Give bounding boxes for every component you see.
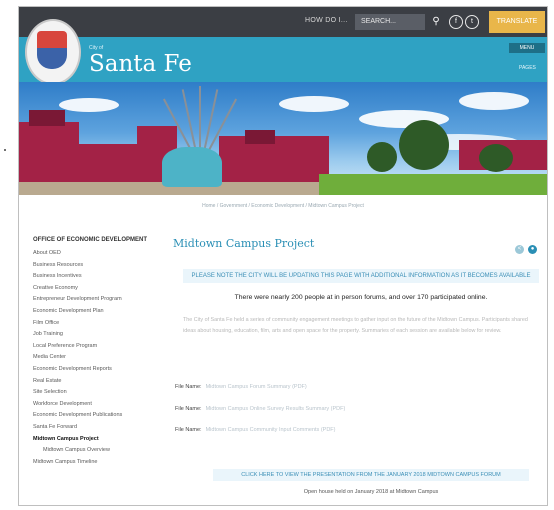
sidebar-item[interactable]: Economic Development Plan <box>33 306 163 318</box>
sidebar-item[interactable]: About OED <box>33 248 163 260</box>
main-content: Midtown Campus Project < ● PLEASE NOTE TH… <box>173 237 539 495</box>
share-icon[interactable]: < <box>515 245 524 254</box>
sidebar-item[interactable]: Job Training <box>33 329 163 341</box>
sidebar-item[interactable]: Economic Development Publications <box>33 410 163 422</box>
sidebar-item[interactable]: Film Office <box>33 318 163 330</box>
site-header: City of Santa Fe MENU PAGES <box>19 19 547 85</box>
search-input[interactable]: SEARCH... <box>355 14 425 30</box>
how-do-i-link[interactable]: HOW DO I... <box>305 17 348 24</box>
browser-page: HOW DO I... SEARCH... ⚲ f t TRANSLATE Ci… <box>18 6 548 506</box>
sidebar-item[interactable]: Real Estate <box>33 376 163 388</box>
file-row: File Name: Midtown Campus Forum Summary (… <box>175 384 307 390</box>
facebook-icon[interactable]: f <box>449 15 463 29</box>
file-label: File Name: <box>175 384 202 390</box>
summary-text: There were nearly 200 people at in perso… <box>234 294 488 301</box>
sidebar-item[interactable]: Entrepreneur Development Program <box>33 294 163 306</box>
notice-banner-top[interactable]: PLEASE NOTE THE CITY WILL BE UPDATING TH… <box>183 269 539 283</box>
sidebar-item[interactable]: Economic Development Reports <box>33 364 163 376</box>
sidebar-item[interactable]: Midtown Campus Timeline <box>33 457 163 469</box>
file-label: File Name: <box>175 406 202 412</box>
stray-mark <box>4 149 6 151</box>
file-row: File Name: Midtown Campus Online Survey R… <box>175 406 345 412</box>
sidebar-item[interactable]: Media Center <box>33 352 163 364</box>
file-label: File Name: <box>175 427 202 433</box>
twitter-icon[interactable]: t <box>465 15 479 29</box>
city-seal-logo[interactable] <box>25 19 81 85</box>
sidebar-item[interactable]: Business Resources <box>33 260 163 272</box>
site-title[interactable]: Santa Fe <box>89 51 192 77</box>
page-title: Midtown Campus Project <box>173 237 315 250</box>
share-icons: < ● <box>511 237 537 255</box>
menu-button[interactable]: MENU <box>509 43 545 53</box>
notice-banner-bottom[interactable]: CLICK HERE TO VIEW THE PRESENTATION FROM… <box>213 469 529 481</box>
sidebar-item[interactable]: Local Preference Program <box>33 341 163 353</box>
body-paragraph: The City of Santa Fe held a series of co… <box>183 317 528 334</box>
hero-image <box>19 82 547 195</box>
file-link[interactable]: Midtown Campus Forum Summary (PDF) <box>206 384 307 390</box>
translate-button[interactable]: TRANSLATE <box>489 11 545 33</box>
sidebar-title: OFFICE OF ECONOMIC DEVELOPMENT <box>33 237 148 243</box>
sidebar-item[interactable]: Business Incentives <box>33 271 163 283</box>
sidebar-item[interactable]: Site Selection <box>33 387 163 399</box>
sidebar-item[interactable]: Creative Economy <box>33 283 163 295</box>
breadcrumb[interactable]: Home / Government / Economic Development… <box>19 203 547 209</box>
sidebar-item[interactable]: Midtown Campus Project <box>33 434 163 446</box>
file-link[interactable]: Midtown Campus Online Survey Results Sum… <box>206 406 346 412</box>
open-house-text: Open house held on January 2018 at Midto… <box>303 489 439 495</box>
top-utility-bar: HOW DO I... SEARCH... ⚲ f t TRANSLATE <box>19 7 547 37</box>
sidebar-item[interactable]: Midtown Campus Overview <box>33 445 163 457</box>
sidebar-list: About OED Business Resources Business Ince… <box>33 248 163 468</box>
sidebar-item[interactable]: Workforce Development <box>33 399 163 411</box>
search-icon[interactable]: ⚲ <box>429 15 443 29</box>
sidebar-nav: OFFICE OF ECONOMIC DEVELOPMENT About OED… <box>33 237 163 468</box>
file-link[interactable]: Midtown Campus Community Input Comments … <box>206 427 336 433</box>
print-icon[interactable]: ● <box>528 245 537 254</box>
header-right-link[interactable]: PAGES <box>519 65 536 71</box>
file-row: File Name: Midtown Campus Community Input… <box>175 427 336 433</box>
sidebar-item[interactable]: Santa Fe Forward <box>33 422 163 434</box>
